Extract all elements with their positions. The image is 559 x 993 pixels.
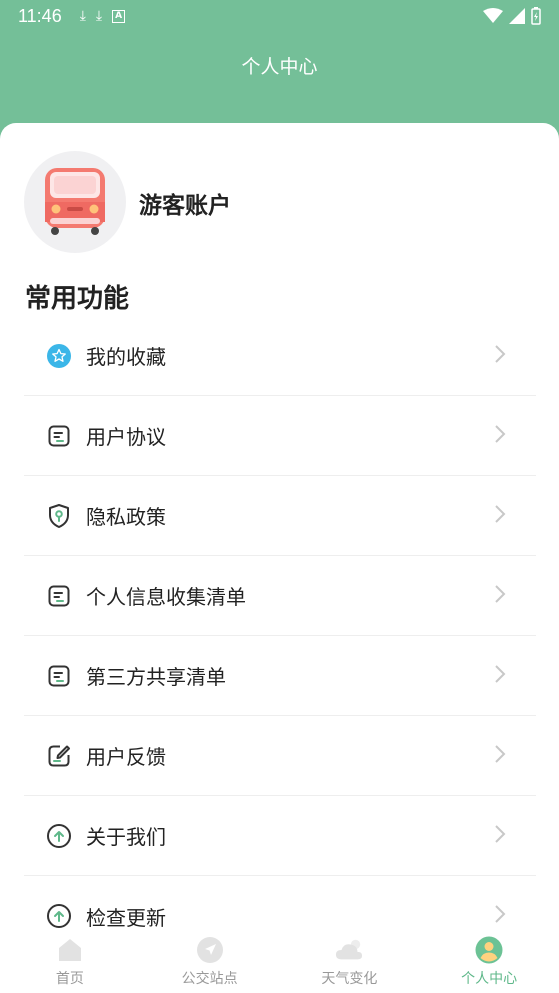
arrow-up-circle-icon (46, 903, 72, 929)
chevron-right-icon (494, 584, 506, 608)
menu-item-label: 第三方共享清单 (86, 665, 226, 689)
menu-item-privacy-policy[interactable]: 隐私政策 (24, 476, 536, 556)
tab-home[interactable]: 首页 (0, 932, 140, 993)
document-icon (46, 423, 72, 449)
cloud-icon (335, 936, 363, 964)
status-bar: 11:46 ⤓ ⤓ A (0, 0, 559, 32)
menu-item-third-party-list[interactable]: 第三方共享清单 (24, 636, 536, 716)
menu-item-feedback[interactable]: 用户反馈 (24, 716, 536, 796)
signal-icon (509, 8, 525, 24)
menu-item-label: 关于我们 (86, 825, 166, 849)
menu-item-personal-info-list[interactable]: 个人信息收集清单 (24, 556, 536, 636)
notification-a-icon: A (112, 9, 126, 23)
chevron-right-icon (494, 904, 506, 928)
menu-item-label: 个人信息收集清单 (86, 585, 246, 609)
function-menu: 我的收藏 用户协议 隐私政策 个人信息收集清单 第三方共享清单 用户反馈 关于我… (24, 316, 536, 956)
section-title: 常用功能 (25, 284, 130, 314)
bus-icon (45, 168, 105, 235)
tab-label: 个人中心 (461, 971, 518, 987)
chevron-right-icon (494, 344, 506, 368)
star-icon (46, 343, 72, 369)
status-time: 11:46 (18, 5, 62, 26)
username: 游客账户 (139, 193, 231, 219)
chevron-right-icon (494, 504, 506, 528)
tab-profile[interactable]: 个人中心 (419, 932, 559, 993)
menu-item-label: 检查更新 (86, 905, 166, 930)
arrow-up-circle-icon (46, 823, 72, 849)
menu-item-about-us[interactable]: 关于我们 (24, 796, 536, 876)
bottom-tab-bar: 首页 公交站点 天气变化 个人中心 (0, 932, 559, 993)
battery-icon (531, 7, 541, 25)
menu-item-favorites[interactable]: 我的收藏 (24, 316, 536, 396)
edit-icon (46, 743, 72, 769)
page-title: 个人中心 (241, 56, 318, 78)
home-icon (56, 936, 84, 964)
menu-item-label: 我的收藏 (86, 345, 166, 369)
chevron-right-icon (494, 824, 506, 848)
avatar[interactable] (24, 151, 126, 253)
tab-label: 天气变化 (321, 971, 378, 987)
download-icon: ⤓ (79, 8, 86, 24)
document-icon (46, 663, 72, 689)
menu-item-user-agreement[interactable]: 用户协议 (24, 396, 536, 476)
menu-item-label: 隐私政策 (86, 505, 166, 529)
tab-bus-stops[interactable]: 公交站点 (140, 932, 280, 993)
tab-label: 公交站点 (181, 971, 238, 987)
shield-icon (46, 503, 72, 529)
tab-weather[interactable]: 天气变化 (280, 932, 420, 993)
tab-label: 首页 (55, 971, 84, 987)
chevron-right-icon (494, 664, 506, 688)
download-icon: ⤓ (95, 8, 103, 24)
menu-item-label: 用户反馈 (86, 745, 166, 769)
user-icon (475, 936, 503, 964)
document-icon (46, 583, 72, 609)
menu-item-label: 用户协议 (86, 425, 166, 449)
navigation-icon (196, 936, 224, 964)
wifi-icon (483, 8, 503, 23)
chevron-right-icon (494, 424, 506, 448)
chevron-right-icon (494, 744, 506, 768)
